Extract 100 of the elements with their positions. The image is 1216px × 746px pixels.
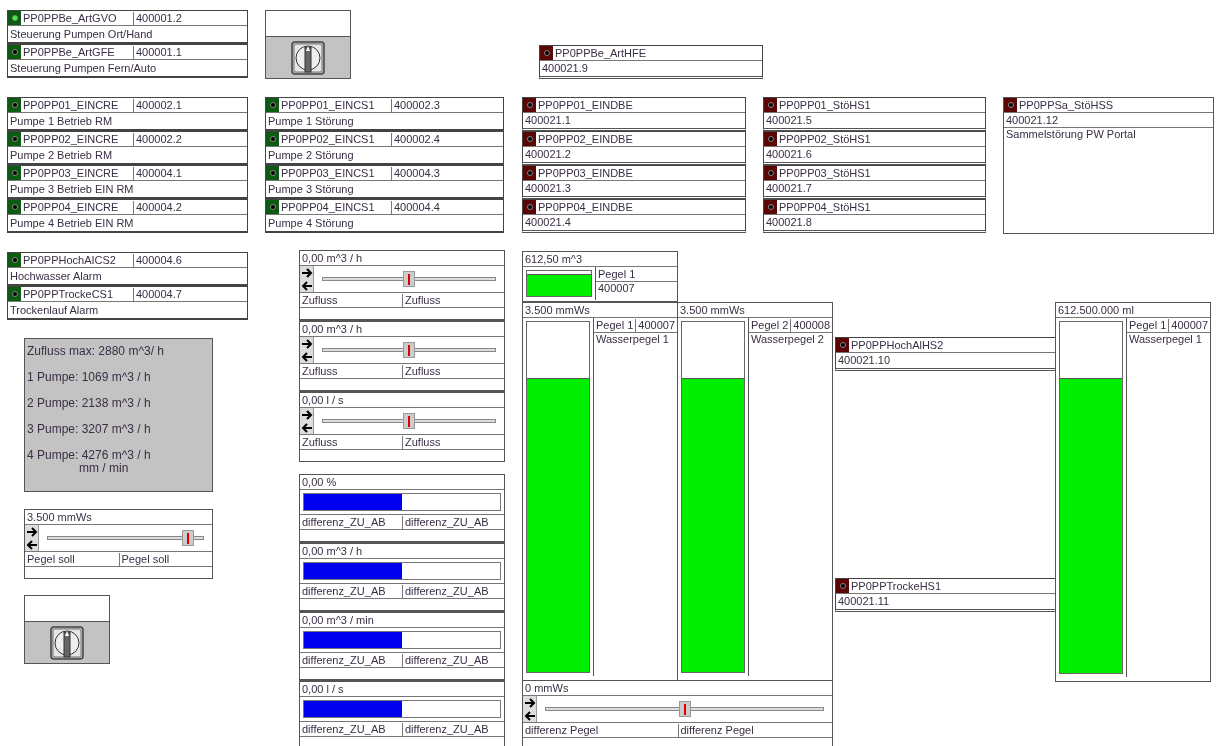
description-text: Pumpe 2 Betrieb RM <box>9 148 114 162</box>
tag-name: PP0PP01_EINDBE <box>537 98 634 112</box>
description-text: Steuerung Pumpen Ort/Hand <box>9 27 154 41</box>
tag-name: PP0PP04_EINCS1 <box>280 200 376 214</box>
value-text: 3.500 mmWs <box>26 510 93 524</box>
arrow-right-icon[interactable] <box>523 696 536 709</box>
address-text: 400021.4 <box>524 216 572 229</box>
value-text: 0,00 l / s <box>301 682 345 696</box>
description-text: Trockenlauf Alarm <box>9 303 100 317</box>
label-text: differenz_ZU_AB <box>402 584 504 598</box>
info-text: 4 Pumpe: 4276 m^3 / h <box>27 449 152 462</box>
address-text: 400007 <box>597 282 636 295</box>
arrow-left-icon[interactable] <box>300 279 313 292</box>
info-text: 1 Pumpe: 1069 m^3 / h <box>27 371 152 384</box>
tag-name: PP0PP03_EINCS1 <box>280 166 376 180</box>
address-text: 400021.2 <box>524 148 572 161</box>
arrow-left-icon[interactable] <box>523 709 536 722</box>
arrow-right-icon[interactable] <box>300 337 313 350</box>
address-text: 400021.3 <box>524 182 572 195</box>
tag-name: PP0PPTrockeHS1 <box>850 579 943 593</box>
description-text: Pumpe 3 Störung <box>267 182 355 196</box>
address-text: 400008 <box>790 318 833 332</box>
label-text: differenz_ZU_AB <box>301 584 387 598</box>
tag-name: PP0PPHochAlHS2 <box>850 338 945 352</box>
address-text: 400002.2 <box>133 132 247 146</box>
address-text: 400004.4 <box>391 200 503 214</box>
tag-name: PP0PP02_EINDBE <box>537 132 634 146</box>
tag-name: PP0PP01_EINCRE <box>22 98 120 112</box>
address-text: 400021.9 <box>541 62 589 75</box>
gauge-name: Pegel 1 <box>595 318 635 332</box>
arrow-right-icon[interactable] <box>300 408 313 421</box>
tag-name: PP0PP04_EINDBE <box>537 200 634 214</box>
description-text: Wasserpegel 1 <box>1128 333 1203 346</box>
arrow-left-icon[interactable] <box>300 421 313 434</box>
slider-thumb[interactable] <box>182 530 195 546</box>
description-text: Pumpe 1 Betrieb RM <box>9 114 114 128</box>
value-text: 3.500 mmWs <box>524 303 591 317</box>
tag-name: PP0PP03_EINDBE <box>537 166 634 180</box>
address-text: 400004.6 <box>133 253 247 267</box>
tag-name: PP0PP01_StöHS1 <box>778 98 872 112</box>
slider-thumb[interactable] <box>403 413 415 429</box>
tag-name: PP0PP03_StöHS1 <box>778 166 872 180</box>
gauge-name: Pegel 1 <box>597 267 637 281</box>
label-text: differenz_ZU_AB <box>301 722 387 736</box>
tag-name: PP0PPBe_ArtGFE <box>22 45 116 59</box>
arrow-left-icon[interactable] <box>300 350 313 363</box>
value-text: 0,00 m^3 / h <box>301 251 364 265</box>
slider-thumb[interactable] <box>678 701 691 717</box>
address-text: 400021.10 <box>837 354 891 367</box>
arrow-left-icon[interactable] <box>25 538 38 551</box>
address-text: 400021.5 <box>765 114 813 127</box>
tag-name: PP0PP03_EINCRE <box>22 166 120 180</box>
address-text: 400002.1 <box>133 98 247 112</box>
tag-name: PP0PPBe_ArtGVO <box>22 11 118 25</box>
info-text: Zufluss max: 2880 m^3/ h <box>27 345 166 358</box>
address-text: 400002.4 <box>391 132 503 146</box>
rotary-switch-icon[interactable] <box>291 40 325 75</box>
info-text: 3 Pumpe: 3207 m^3 / h <box>27 423 152 436</box>
slider-thumb[interactable] <box>403 271 415 287</box>
description-text: Pumpe 2 Störung <box>267 148 355 162</box>
rotary-switch-icon[interactable] <box>50 625 84 660</box>
label-text: differenz_ZU_AB <box>301 653 387 667</box>
label-text: Zufluss <box>301 293 339 307</box>
arrow-right-icon[interactable] <box>25 525 38 538</box>
tag-name: PP0PPBe_ArtHFE <box>554 46 648 60</box>
value-text: 612,50 m^3 <box>524 252 584 266</box>
address-text: 400004.2 <box>133 200 247 214</box>
address-text: 400021.1 <box>524 114 572 127</box>
label-text: differenz Pegel <box>677 723 832 737</box>
address-text: 400021.8 <box>765 216 813 229</box>
address-text: 400021.6 <box>765 148 813 161</box>
address-text: 400004.3 <box>391 166 503 180</box>
tag-name: PP0PPHochAICS2 <box>22 253 117 267</box>
tag-name: PP0PPTrockeCS1 <box>22 287 115 301</box>
unit-text: mm / min <box>78 462 130 475</box>
address-text: 400001.1 <box>133 45 247 59</box>
slider-thumb[interactable] <box>403 342 415 358</box>
tag-name: PP0PP02_EINCS1 <box>280 132 376 146</box>
value-text: 0,00 % <box>301 475 338 489</box>
tag-name: PP0PP04_EINCRE <box>22 200 120 214</box>
address-text: 400021.12 <box>1005 113 1059 127</box>
label-text: Zufluss <box>402 364 504 378</box>
arrow-right-icon[interactable] <box>300 266 313 279</box>
address-text: 400004.7 <box>133 287 247 301</box>
address-text: 400001.2 <box>133 11 247 25</box>
label-text: differenz_ZU_AB <box>402 722 504 736</box>
label-text: Pegel soll <box>118 552 212 566</box>
address-text: 400002.3 <box>391 98 503 112</box>
value-text: 3.500 mmWs <box>679 303 746 317</box>
tag-name: PP0PP01_EINCS1 <box>280 98 376 112</box>
address-text: 400021.11 <box>837 595 891 608</box>
label-text: Zufluss <box>402 293 504 307</box>
label-text: Zufluss <box>301 435 339 449</box>
tag-name: PP0PP04_StöHS1 <box>778 200 872 214</box>
label-text: differenz_ZU_AB <box>402 515 504 529</box>
description-text: Wasserpegel 2 <box>750 333 825 346</box>
value-text: 0,00 m^3 / h <box>301 322 364 336</box>
description-text: Pumpe 3 Betrieb EIN RM <box>9 182 135 196</box>
tag-name: PP0PP02_EINCRE <box>22 132 120 146</box>
value-text: 612.500.000 ml <box>1057 303 1135 317</box>
